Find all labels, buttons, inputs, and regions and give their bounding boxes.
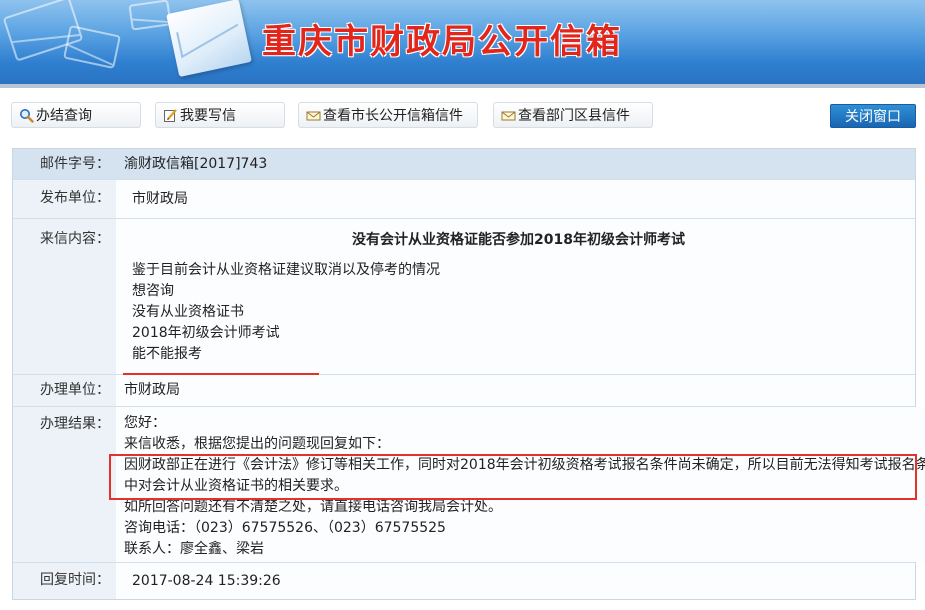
mail-number-label: 邮件字号：	[13, 149, 116, 179]
mayor-mailbox-button[interactable]: 查看市长公开信箱信件	[298, 102, 478, 128]
result-line: 来信收悉，根据您提出的问题现回复如下：	[124, 436, 390, 452]
write-letter-button[interactable]: 我要写信	[155, 102, 285, 128]
letter-line: 能不能报考	[132, 346, 202, 362]
letter-content-value: 没有会计从业资格证能否参加2018年初级会计师考试 鉴于目前会计从业资格证建议取…	[116, 219, 915, 374]
letter-line: 2018年初级会计师考试	[132, 325, 280, 341]
result-line: 如所回答问题还有不清楚之处，请直接电话咨询我局会计处。	[124, 499, 502, 515]
close-window-button[interactable]: 关闭窗口	[830, 104, 916, 128]
dept-mailbox-button[interactable]: 查看部门区县信件	[493, 102, 653, 128]
letter-content-row: 来信内容： 没有会计从业资格证能否参加2018年初级会计师考试 鉴于目前会计从业…	[13, 219, 915, 441]
reply-time-value: 2017-08-24 15:39:26	[116, 563, 915, 599]
mail-icon	[500, 107, 516, 123]
result-row: 办理结果： 您好： 来信收悉，根据您提出的问题现回复如下： 因财政部正在进行《会…	[13, 407, 925, 563]
letter-line: 鉴于目前会计从业资格证建议取消以及停考的情况	[132, 262, 440, 278]
result-label: 办理结果：	[13, 407, 116, 562]
header-banner: 重庆市财政局公开信箱	[0, 0, 925, 84]
letter-content-label: 来信内容：	[13, 219, 116, 374]
magnifier-icon	[18, 107, 34, 123]
dept-mailbox-label: 查看部门区县信件	[518, 108, 630, 124]
mail-number-row: 邮件字号： 渝财政信箱[2017]743	[13, 149, 915, 180]
result-line: 联系人：廖全鑫、梁岩	[124, 541, 264, 557]
envelope-decoration-icon	[128, 0, 172, 31]
envelope-decoration-icon	[63, 24, 121, 70]
result-line: 咨询电话：（023）67575526、（023）67575525	[124, 520, 446, 536]
search-done-button[interactable]: 办结查询	[11, 102, 141, 128]
letter-line: 想咨询	[132, 283, 174, 299]
result-line: 您好：	[124, 415, 166, 431]
handler-value: 市财政局	[116, 375, 915, 406]
reply-time-label: 回复时间：	[13, 563, 116, 599]
mail-number-value: 渝财政信箱[2017]743	[116, 149, 915, 179]
site-title: 重庆市财政局公开信箱	[262, 22, 622, 62]
letter-line: 没有从业资格证书	[132, 304, 244, 320]
publisher-row: 发布单位： 市财政局	[13, 180, 915, 219]
search-done-label: 办结查询	[36, 108, 92, 124]
reply-time-row: 回复时间： 2017-08-24 15:39:26	[13, 563, 915, 599]
letter-subject: 没有会计从业资格证能否参加2018年初级会计师考试	[352, 232, 685, 248]
publisher-value: 市财政局	[116, 180, 915, 218]
highlight-box	[109, 454, 917, 500]
envelope-logo-icon	[166, 0, 252, 77]
publisher-label: 发布单位：	[13, 180, 116, 218]
write-letter-label: 我要写信	[180, 108, 236, 124]
toolbar: 办结查询 我要写信 查看市长公开信箱信件 查看部门区县信件 关闭窗口	[0, 100, 925, 132]
mail-icon	[305, 107, 321, 123]
banner-divider	[0, 84, 925, 88]
handler-row: 办理单位： 市财政局	[13, 375, 915, 407]
handler-label: 办理单位：	[13, 375, 116, 406]
mail-detail-table: 邮件字号： 渝财政信箱[2017]743 发布单位： 市财政局 来信内容： 没有…	[12, 148, 925, 600]
pencil-icon	[162, 107, 178, 123]
mayor-mailbox-label: 查看市长公开信箱信件	[323, 108, 463, 124]
